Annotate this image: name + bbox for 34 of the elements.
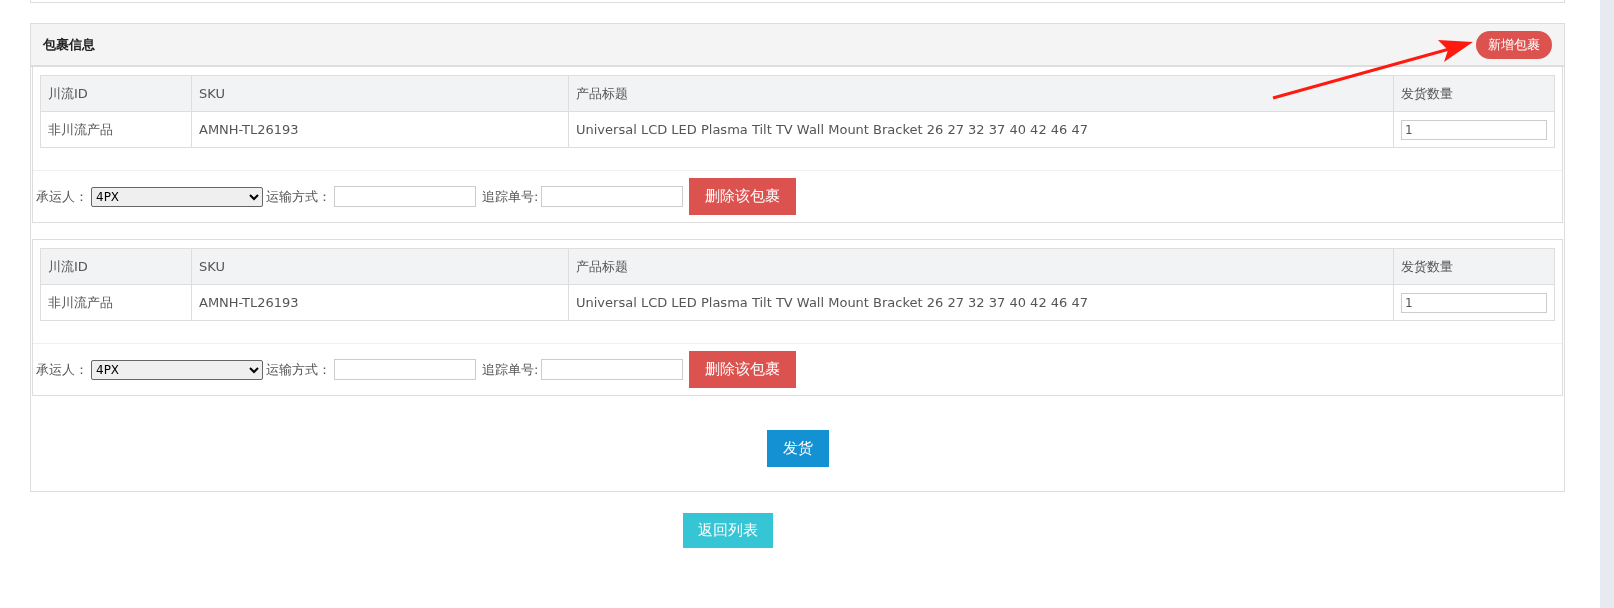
table-cell: 非川流产品 bbox=[40, 111, 192, 148]
carrier-select[interactable]: 4PX bbox=[91, 186, 263, 207]
back-to-list-button[interactable]: 返回列表 bbox=[682, 513, 773, 548]
shipping-method-input[interactable] bbox=[334, 359, 476, 380]
section-title: 包裹信息 bbox=[43, 35, 95, 54]
column-header: 发货数量 bbox=[1393, 248, 1555, 285]
quantity-input[interactable]: 1 bbox=[1401, 292, 1547, 313]
tracking-number-input[interactable] bbox=[541, 359, 684, 380]
column-header: 川流ID bbox=[40, 248, 192, 285]
carrier-label: 承运人： bbox=[36, 360, 88, 379]
table-cell: Universal LCD LED Plasma Tilt TV Wall Mount Bracket 26 27 32 37 40 42 46 47 bbox=[568, 111, 1394, 148]
column-header: 川流ID bbox=[40, 75, 192, 112]
table-cell: Universal LCD LED Plasma Tilt TV Wall Mount Bracket 26 27 32 37 40 42 46 47 bbox=[568, 284, 1394, 321]
delete-package-button[interactable]: 删除该包裹 bbox=[689, 351, 797, 388]
table-cell: 非川流产品 bbox=[40, 284, 192, 321]
shipping-method-label: 运输方式： bbox=[266, 187, 331, 206]
quantity-input[interactable]: 1 bbox=[1401, 119, 1547, 140]
column-header: 产品标题 bbox=[568, 75, 1394, 112]
carrier-label: 承运人： bbox=[36, 187, 88, 206]
table-cell: AMNH-TL26193 bbox=[191, 284, 569, 321]
table-cell: AMNH-TL26193 bbox=[191, 111, 569, 148]
shipping-method-input[interactable] bbox=[334, 186, 476, 207]
tracking-number-label: 追踪单号: bbox=[482, 187, 539, 206]
ship-button[interactable]: 发货 bbox=[766, 429, 829, 467]
add-package-button[interactable]: 新增包裹 bbox=[1476, 30, 1552, 59]
column-header: SKU bbox=[191, 248, 569, 285]
column-header: 发货数量 bbox=[1393, 75, 1555, 112]
column-header: SKU bbox=[191, 75, 569, 112]
carrier-select[interactable]: 4PX bbox=[91, 359, 263, 380]
shipping-method-label: 运输方式： bbox=[266, 360, 331, 379]
tracking-number-label: 追踪单号: bbox=[482, 360, 539, 379]
delete-package-button[interactable]: 删除该包裹 bbox=[689, 178, 797, 215]
column-header: 产品标题 bbox=[568, 248, 1394, 285]
tracking-number-input[interactable] bbox=[541, 186, 684, 207]
